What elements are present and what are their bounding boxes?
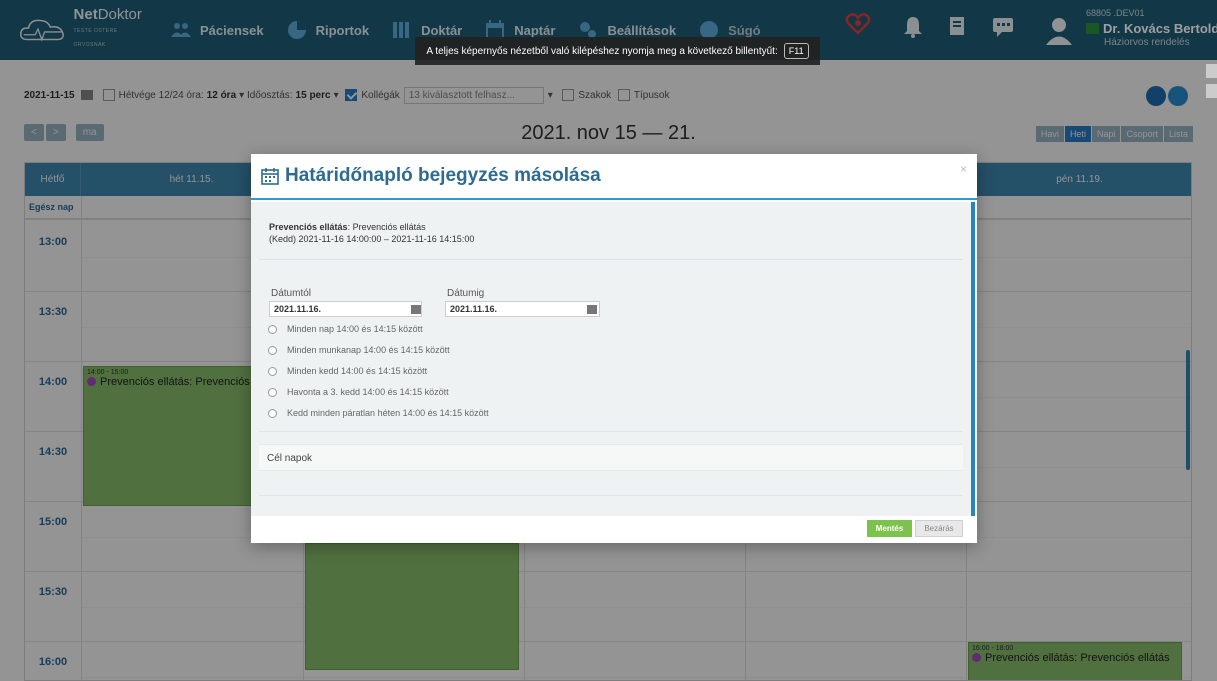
nav-patients[interactable]: Páciensek — [170, 19, 264, 41]
nav-reports[interactable]: Riportok — [286, 19, 369, 41]
date-from-input[interactable]: 2021.11.16. — [269, 301, 422, 317]
logo-tagline: TESTE OSTERE ORVOSNAK — [73, 28, 118, 48]
repeat-option-label: Minden munkanap 14:00 és 14:15 között — [287, 345, 450, 355]
clipboard-hand-icon[interactable] — [944, 14, 970, 40]
repeat-option-label: Havonta a 3. kedd 14:00 és 14:15 között — [287, 387, 449, 397]
repeat-option[interactable]: Minden munkanap 14:00 és 14:15 között — [268, 345, 450, 355]
copy-entry-modal: Határidőnapló bejegyzés másolása × Preve… — [251, 154, 977, 543]
repeat-option[interactable]: Minden kedd 14:00 és 14:15 között — [268, 366, 427, 376]
close-button[interactable]: Bezárás — [915, 520, 963, 537]
user-name: Dr. Kovács Bertold — [1086, 21, 1217, 36]
repeat-option-label: Kedd minden páratlan héten 14:00 és 14:1… — [287, 408, 489, 418]
nav-help-label: Súgó — [728, 22, 761, 38]
cloud-pulse-icon — [19, 19, 64, 42]
radio-icon[interactable] — [268, 324, 277, 334]
books-icon — [393, 22, 410, 38]
repeat-option[interactable]: Havonta a 3. kedd 14:00 és 14:15 között — [268, 387, 449, 397]
radio-icon[interactable] — [268, 345, 277, 355]
fullscreen-tip-key: F11 — [783, 43, 809, 59]
user-role: Háziorvos rendelés — [1104, 37, 1190, 48]
repeat-option[interactable]: Kedd minden páratlan héten 14:00 és 14:1… — [268, 408, 489, 418]
modal-footer: Mentés Bezárás — [251, 516, 977, 543]
calendar-icon[interactable] — [587, 305, 597, 314]
user-code: 68805 .DEV01 — [1086, 8, 1145, 18]
nav-doktar-label: Doktár — [421, 22, 463, 38]
calendar-icon[interactable] — [411, 305, 421, 314]
collapse-arrow-icon[interactable] — [1206, 84, 1217, 98]
nav-reports-label: Riportok — [315, 22, 370, 38]
save-button[interactable]: Mentés — [867, 520, 912, 537]
radio-icon[interactable] — [268, 387, 277, 397]
target-days-section: Cél napok — [259, 444, 963, 471]
entry-detail: : Prevenciós ellátás — [347, 222, 426, 232]
warning-flag-icon — [1086, 23, 1099, 34]
fullscreen-tip: A teljes képernyős nézetből való kilépés… — [415, 37, 820, 65]
entry-summary: Prevenciós ellátás: Prevenciós ellátás (… — [259, 202, 963, 260]
target-days-label: Cél napok — [267, 453, 313, 464]
scrollbar[interactable] — [1186, 350, 1190, 470]
divider — [259, 431, 963, 432]
date-from-label: Dátumtól — [271, 288, 312, 299]
close-icon[interactable]: × — [960, 162, 967, 176]
radio-icon[interactable] — [268, 408, 277, 418]
user-avatar-icon — [1046, 18, 1072, 45]
heart-pulse-icon — [845, 13, 871, 35]
modal-title: Határidőnapló bejegyzés másolása — [261, 165, 601, 187]
nav-settings-label: Beállítások — [607, 22, 677, 38]
repeat-option-label: Minden nap 14:00 és 14:15 között — [287, 324, 423, 334]
logo[interactable]: NetDoktor TESTE OSTERE ORVOSNAK — [18, 7, 148, 52]
chat-icon[interactable] — [990, 14, 1016, 40]
nav-patients-label: Páciensek — [200, 22, 264, 38]
pie-chart-icon — [287, 21, 306, 39]
date-to-input[interactable]: 2021.11.16. — [445, 301, 600, 317]
user-menu[interactable]: 68805 .DEV01 Dr. Kovács Bertold Háziorvo… — [1046, 8, 1217, 56]
repeat-option-label: Minden kedd 14:00 és 14:15 között — [287, 366, 428, 376]
users-icon — [171, 23, 191, 37]
entry-time-range: (Kedd) 2021-11-16 14:00:00 – 2021-11-16 … — [269, 234, 475, 244]
modal-title-text: Határidőnapló bejegyzés másolása — [285, 165, 601, 186]
calendar-icon — [261, 168, 279, 185]
heart-pulse-button[interactable] — [838, 6, 878, 42]
bell-icon[interactable] — [900, 14, 926, 40]
modal-header: Határidőnapló bejegyzés másolása × — [251, 154, 977, 200]
date-to-label: Dátumig — [447, 288, 485, 299]
logo-text: NetDoktor TESTE OSTERE ORVOSNAK — [73, 7, 148, 52]
divider — [259, 495, 963, 496]
entry-type: Prevenciós ellátás — [269, 222, 348, 232]
nav-calendar-label: Naptár — [514, 22, 556, 38]
modal-body: Prevenciós ellátás: Prevenciós ellátás (… — [251, 202, 977, 516]
radio-icon[interactable] — [268, 366, 277, 376]
repeat-option[interactable]: Minden nap 14:00 és 14:15 között — [268, 324, 423, 334]
scroll-up-icon[interactable] — [1206, 64, 1217, 78]
fullscreen-tip-text: A teljes képernyős nézetből való kilépés… — [426, 45, 778, 57]
modal-scrollbar[interactable] — [971, 202, 975, 516]
